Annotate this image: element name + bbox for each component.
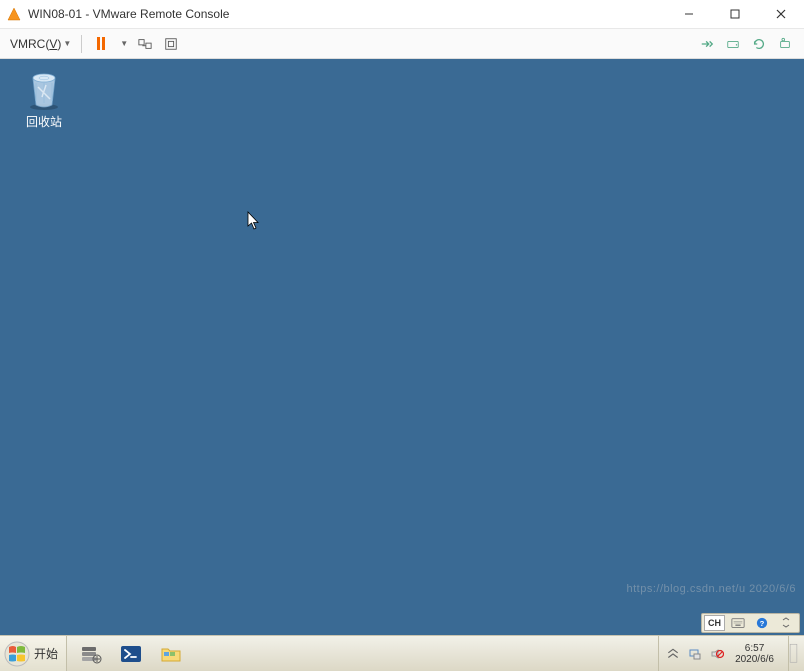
svg-text:?: ? <box>760 619 765 628</box>
quick-launch <box>67 636 195 671</box>
window-titlebar: WIN08-01 - VMware Remote Console <box>0 0 804 29</box>
show-desktop-icon <box>789 642 798 665</box>
vmrc-menu-label-key: V <box>49 37 57 51</box>
powershell-button[interactable] <box>111 636 151 671</box>
clock-date: 2020/6/6 <box>735 654 774 665</box>
vmrc-toolbar: VMRC(V) ▼ ▼ <box>0 29 804 59</box>
pause-icon <box>97 37 105 50</box>
langbar-options-button[interactable] <box>775 615 797 631</box>
language-code: CH <box>708 618 721 628</box>
chevron-down-icon: ▼ <box>63 39 71 48</box>
help-button[interactable]: ? <box>751 615 773 631</box>
powershell-icon <box>119 642 143 666</box>
manage-button[interactable] <box>774 33 796 55</box>
pause-dropdown-button[interactable]: ▼ <box>116 33 130 55</box>
vmware-app-icon <box>6 6 22 22</box>
volume-tray-button[interactable] <box>709 646 725 662</box>
network-tray-button[interactable] <box>687 646 703 662</box>
fullscreen-button[interactable] <box>160 33 182 55</box>
chevron-down-icon: ▼ <box>120 39 128 48</box>
auto-send-button[interactable] <box>696 33 718 55</box>
vmrc-menu-label-post: ) <box>57 37 61 51</box>
recycle-bin-icon <box>22 67 66 111</box>
show-desktop-button[interactable] <box>788 636 798 671</box>
connect-drive-button[interactable] <box>722 33 744 55</box>
start-button-label: 开始 <box>34 645 58 662</box>
remote-desktop[interactable]: 回收站 CH ? http <box>0 59 804 635</box>
auto-send-icon <box>700 37 714 51</box>
help-icon: ? <box>755 617 769 629</box>
language-indicator[interactable]: CH <box>704 615 725 631</box>
chevron-up-icon <box>666 647 680 661</box>
window-controls <box>666 0 804 29</box>
keyboard-button[interactable] <box>727 615 749 631</box>
recycle-bin-label: 回收站 <box>8 113 80 130</box>
refresh-button[interactable] <box>748 33 770 55</box>
server-manager-button[interactable] <box>71 636 111 671</box>
keyboard-icon <box>731 617 745 629</box>
watermark-text: https://blog.csdn.net/u 2020/6/6 <box>626 583 796 595</box>
minimize-button[interactable] <box>666 0 712 29</box>
system-tray: 6:57 2020/6/6 <box>658 636 804 671</box>
maximize-button[interactable] <box>712 0 758 29</box>
window-title: WIN08-01 - VMware Remote Console <box>28 7 666 21</box>
send-keys-icon <box>138 37 152 51</box>
pause-button[interactable] <box>90 33 112 55</box>
server-manager-icon <box>79 642 103 666</box>
taskbar-clock[interactable]: 6:57 2020/6/6 <box>731 643 778 665</box>
tray-expand-button[interactable] <box>665 646 681 662</box>
toolbar-divider <box>81 35 82 53</box>
taskbar-tasks-area[interactable] <box>195 636 658 671</box>
windows-taskbar: 开始 <box>0 635 804 671</box>
network-icon <box>688 647 702 661</box>
drive-icon <box>726 37 740 51</box>
clock-time: 6:57 <box>745 643 764 654</box>
chevron-down-icon <box>779 617 793 629</box>
settings-icon <box>778 37 792 51</box>
send-cad-button[interactable] <box>134 33 156 55</box>
language-bar: CH ? <box>701 613 800 633</box>
explorer-icon <box>159 642 183 666</box>
volume-mute-icon <box>710 647 724 661</box>
explorer-button[interactable] <box>151 636 191 671</box>
vmrc-menu[interactable]: VMRC(V) ▼ <box>6 33 75 55</box>
recycle-bin-desktop-icon[interactable]: 回收站 <box>8 67 80 130</box>
windows-logo-icon <box>4 641 30 667</box>
close-button[interactable] <box>758 0 804 29</box>
vmrc-menu-label-pre: VMRC( <box>10 37 49 51</box>
refresh-icon <box>752 37 766 51</box>
fullscreen-icon <box>164 37 178 51</box>
start-button[interactable]: 开始 <box>0 636 67 671</box>
mouse-cursor-icon <box>247 211 263 231</box>
